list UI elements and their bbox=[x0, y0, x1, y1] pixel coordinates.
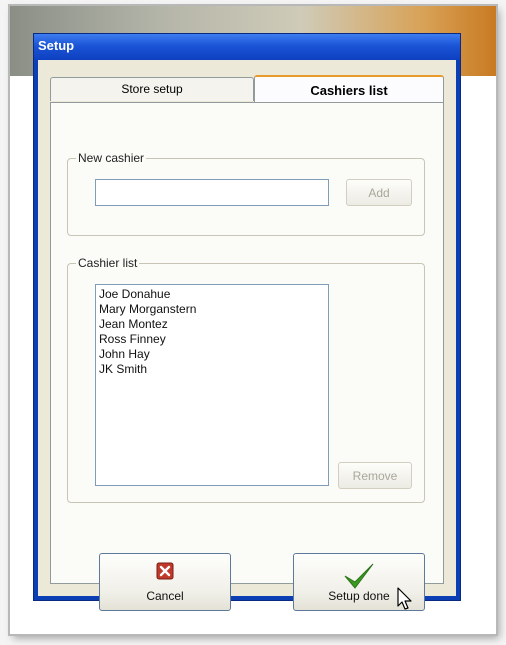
list-item[interactable]: Ross Finney bbox=[98, 332, 326, 347]
cashier-listbox[interactable]: Joe Donahue Mary Morganstern Jean Montez… bbox=[95, 284, 329, 486]
tab-store-setup[interactable]: Store setup bbox=[50, 77, 254, 101]
cashier-list-group: Cashier list Joe Donahue Mary Morganster… bbox=[67, 256, 425, 503]
window-client-area: Store setup Cashiers list New cashier Ad… bbox=[38, 60, 456, 611]
list-item[interactable]: Joe Donahue bbox=[98, 287, 326, 302]
list-item[interactable]: Jean Montez bbox=[98, 317, 326, 332]
remove-cashier-button[interactable]: Remove bbox=[338, 462, 412, 489]
new-cashier-group: New cashier Add bbox=[67, 151, 425, 236]
cashiers-tab-panel: New cashier Add Cashier list Joe Donahue… bbox=[50, 102, 444, 611]
add-cashier-button[interactable]: Add bbox=[346, 179, 412, 206]
mouse-pointer-icon bbox=[397, 587, 413, 616]
cashier-list-legend: Cashier list bbox=[76, 256, 140, 270]
cancel-x-icon bbox=[156, 562, 174, 583]
list-item[interactable]: Mary Morganstern bbox=[98, 302, 326, 317]
tab-strip: Store setup Cashiers list bbox=[50, 75, 444, 103]
title-bar[interactable]: Setup bbox=[34, 34, 460, 60]
new-cashier-legend: New cashier bbox=[76, 151, 147, 165]
tab-cashiers-list[interactable]: Cashiers list bbox=[254, 75, 444, 103]
list-item[interactable]: JK Smith bbox=[98, 362, 326, 377]
list-item[interactable]: John Hay bbox=[98, 347, 326, 362]
window-title: Setup bbox=[38, 38, 75, 53]
cancel-button[interactable]: Cancel bbox=[99, 553, 231, 611]
cancel-label: Cancel bbox=[146, 589, 184, 603]
new-cashier-input[interactable] bbox=[95, 179, 329, 206]
setup-window: Setup Store setup Cashiers list New cash… bbox=[33, 33, 461, 611]
